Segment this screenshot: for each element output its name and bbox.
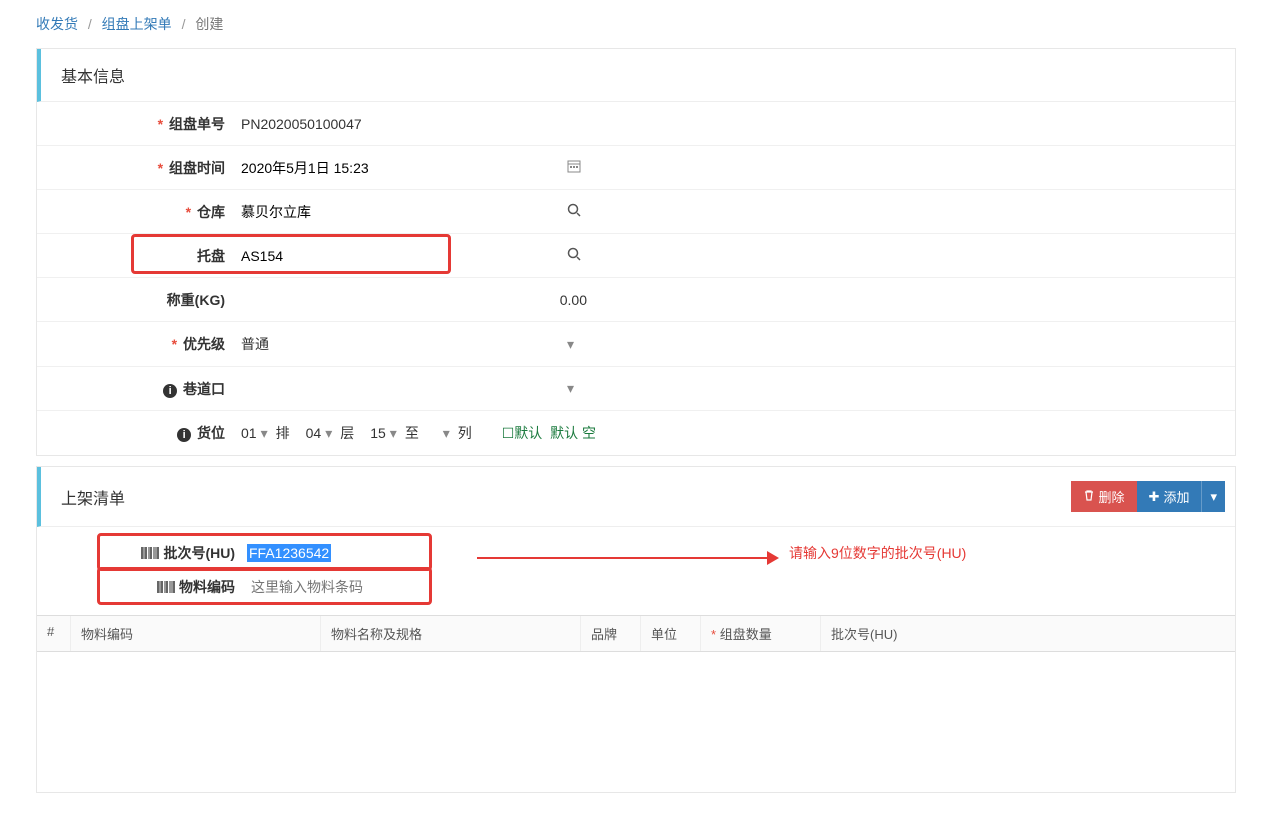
- search-icon[interactable]: [567, 203, 581, 220]
- row-warehouse: * 仓库: [37, 190, 1235, 234]
- select-slot-cell[interactable]: ▾列: [431, 423, 484, 443]
- row-weight: 称重(KG) 0.00: [37, 278, 1235, 322]
- breadcrumb: 收发货 / 组盘上架单 / 创建: [0, 0, 1272, 48]
- label-pallet-time: 组盘时间: [169, 160, 225, 176]
- value-weight[interactable]: 0.00: [237, 292, 587, 308]
- label-slot: 货位: [197, 425, 225, 441]
- input-pallet-time[interactable]: [237, 156, 557, 180]
- row-tray: 托盘: [37, 234, 1235, 278]
- input-batch-selected[interactable]: FFA1236542: [247, 544, 331, 562]
- grid-body-empty: [37, 652, 1235, 792]
- plus-icon: ✚: [1149, 489, 1160, 505]
- slot-tags: ☐默认 默认 空: [502, 423, 596, 443]
- row-lane: i 巷道口 ▾: [37, 367, 1235, 411]
- col-batch: 批次号(HU): [821, 616, 1235, 651]
- label-batch: 批次号(HU): [163, 543, 235, 563]
- input-warehouse[interactable]: [237, 200, 557, 224]
- label-lane: 巷道口: [183, 381, 225, 397]
- label-pallet-no: 组盘单号: [169, 116, 225, 132]
- select-priority[interactable]: 普通: [237, 330, 557, 358]
- annotation-arrow: [477, 557, 777, 559]
- info-icon: i: [163, 384, 177, 398]
- tag-default-empty: 默认 空: [550, 425, 596, 441]
- tag-default-checkbox[interactable]: ☐默认: [502, 425, 543, 441]
- breadcrumb-link-receiving[interactable]: 收发货: [36, 16, 78, 32]
- panel-title-shelf: 上架清单: [61, 485, 125, 509]
- col-qty: * 组盘数量: [701, 616, 821, 651]
- select-lane[interactable]: [237, 385, 557, 393]
- panel-title-basic: 基本信息: [37, 49, 1235, 102]
- annotation-text: 请输入9位数字的批次号(HU): [789, 543, 966, 563]
- label-warehouse: 仓库: [197, 204, 225, 220]
- grid-header: # 物料编码 物料名称及规格 品牌 单位 * 组盘数量 批次号(HU): [37, 615, 1235, 652]
- breadcrumb-current: 创建: [195, 16, 223, 32]
- label-material: 物料编码: [179, 577, 235, 597]
- barcode-icon: [141, 546, 159, 560]
- row-pallet-no: * 组盘单号 PN2020050100047: [37, 102, 1235, 146]
- row-pallet-time: * 组盘时间: [37, 146, 1235, 190]
- label-priority: 优先级: [183, 336, 225, 352]
- breadcrumb-sep: /: [182, 16, 186, 32]
- col-material-name: 物料名称及规格: [321, 616, 581, 651]
- add-dropdown-button[interactable]: ▾: [1201, 481, 1225, 512]
- panel-shelf-list: 上架清单 删除 ✚添加 ▾ 批次号(HU): [36, 466, 1236, 793]
- col-unit: 单位: [641, 616, 701, 651]
- panel-actions: 删除 ✚添加 ▾: [1071, 481, 1225, 512]
- select-slot-row[interactable]: 01▾排: [237, 423, 302, 443]
- delete-button[interactable]: 删除: [1071, 481, 1137, 512]
- panel-basic-info: 基本信息 * 组盘单号 PN2020050100047 * 组盘时间 * 仓库 …: [36, 48, 1236, 456]
- col-brand: 品牌: [581, 616, 641, 651]
- label-tray: 托盘: [197, 248, 225, 264]
- chevron-down-icon[interactable]: ▾: [567, 336, 574, 353]
- calendar-icon[interactable]: [567, 159, 581, 176]
- row-priority: * 优先级 普通 ▾: [37, 322, 1235, 367]
- trash-icon: [1083, 489, 1095, 504]
- sub-form: 批次号(HU) FFA1236542 请输入9位数字的批次号(HU) 物料编码: [37, 527, 1235, 615]
- input-material[interactable]: [247, 575, 417, 599]
- label-weight: 称重(KG): [167, 292, 225, 308]
- add-button[interactable]: ✚添加: [1137, 481, 1202, 512]
- select-slot-col[interactable]: 04▾层: [302, 423, 367, 443]
- row-slot: i 货位 01▾排 04▾层 15▾至 ▾列 ☐默认 默认 空: [37, 411, 1235, 455]
- chevron-down-icon[interactable]: ▾: [567, 380, 574, 397]
- breadcrumb-sep: /: [88, 16, 92, 32]
- barcode-icon: [157, 580, 175, 594]
- breadcrumb-link-pallet[interactable]: 组盘上架单: [102, 16, 172, 32]
- info-icon: i: [177, 428, 191, 442]
- search-icon[interactable]: [567, 247, 581, 264]
- col-num: #: [37, 616, 71, 651]
- chevron-down-icon: ▾: [1210, 489, 1217, 505]
- col-material-code: 物料编码: [71, 616, 321, 651]
- input-tray[interactable]: [237, 244, 557, 268]
- select-slot-layer[interactable]: 15▾至: [366, 423, 431, 443]
- value-pallet-no: PN2020050100047: [237, 112, 557, 136]
